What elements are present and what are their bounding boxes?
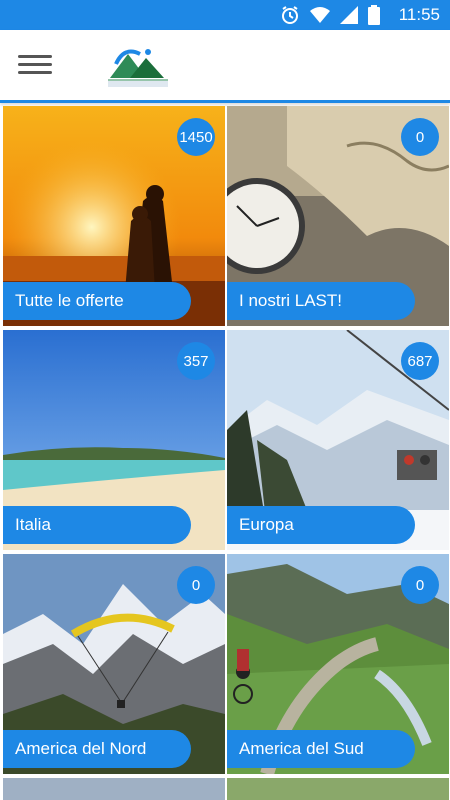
tile-america-del-sud[interactable]: 0 America del Sud (227, 554, 449, 774)
status-icons (280, 5, 380, 25)
partial-tile-image (227, 778, 449, 800)
tile-italia[interactable]: 357 Italia (3, 330, 225, 550)
offer-count-badge: 0 (401, 566, 439, 604)
tile-label: America del Sud (227, 730, 415, 768)
app-logo (108, 49, 168, 87)
status-time: 11:55 (398, 5, 440, 24)
wifi-icon (310, 7, 330, 23)
app-bar (0, 30, 450, 103)
offer-count-badge: 1450 (177, 118, 215, 156)
offer-count-badge: 357 (177, 342, 215, 380)
tile-america-del-nord[interactable]: 0 America del Nord (3, 554, 225, 774)
offer-count-badge: 0 (401, 118, 439, 156)
tile-next-right[interactable] (227, 778, 449, 800)
tile-europa[interactable]: 687 Europa (227, 330, 449, 550)
alarm-icon (282, 6, 298, 24)
tile-next-left[interactable] (3, 778, 225, 800)
tile-label: I nostri LAST! (227, 282, 415, 320)
tile-label: Europa (227, 506, 415, 544)
tile-label: America del Nord (3, 730, 191, 768)
hamburger-menu-icon[interactable] (18, 50, 52, 80)
partial-tile-image (3, 778, 225, 800)
tile-i-nostri-last[interactable]: 0 I nostri LAST! (227, 106, 449, 326)
category-grid: 1450 Tutte le offerte 0 I nostri LAST! 3… (0, 103, 450, 800)
status-bar: 11:55 (0, 0, 450, 30)
offer-count-badge: 0 (177, 566, 215, 604)
tile-label: Tutte le offerte (3, 282, 191, 320)
offer-count-badge: 687 (401, 342, 439, 380)
tile-label: Italia (3, 506, 191, 544)
signal-icon (340, 6, 358, 24)
tile-tutte-le-offerte[interactable]: 1450 Tutte le offerte (3, 106, 225, 326)
battery-icon (368, 5, 380, 25)
